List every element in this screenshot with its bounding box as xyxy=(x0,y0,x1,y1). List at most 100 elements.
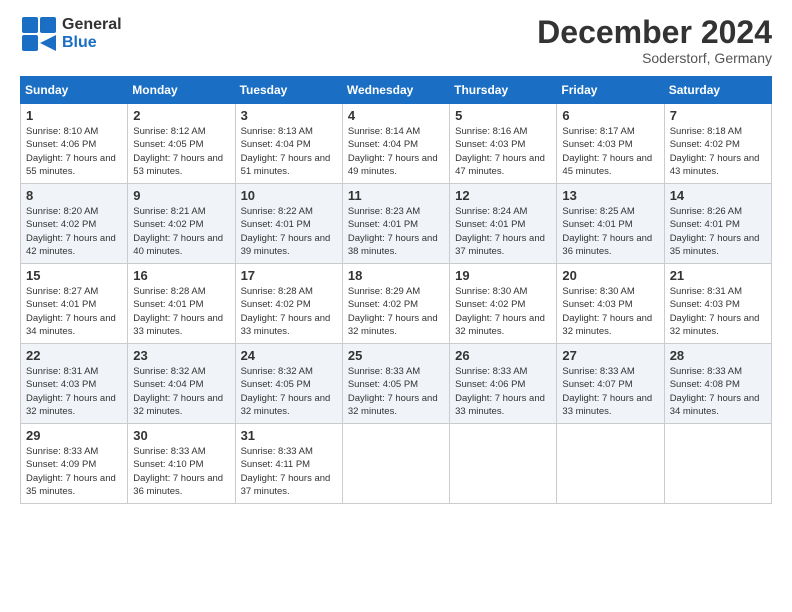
calendar-cell: 24 Sunrise: 8:32 AM Sunset: 4:05 PM Dayl… xyxy=(235,344,342,424)
sunrise-time: Sunrise: 8:32 AM xyxy=(241,366,313,377)
sunset-time: Sunset: 4:02 PM xyxy=(26,219,96,230)
calendar-week-5: 29 Sunrise: 8:33 AM Sunset: 4:09 PM Dayl… xyxy=(21,424,772,504)
sunset-time: Sunset: 4:01 PM xyxy=(348,219,418,230)
header-sunday: Sunday xyxy=(21,77,128,104)
sunset-time: Sunset: 4:02 PM xyxy=(241,299,311,310)
calendar-cell: 11 Sunrise: 8:23 AM Sunset: 4:01 PM Dayl… xyxy=(342,184,449,264)
header-saturday: Saturday xyxy=(664,77,771,104)
sunrise-time: Sunrise: 8:10 AM xyxy=(26,126,98,137)
calendar-cell: 22 Sunrise: 8:31 AM Sunset: 4:03 PM Dayl… xyxy=(21,344,128,424)
day-info: Sunrise: 8:32 AM Sunset: 4:05 PM Dayligh… xyxy=(241,365,337,418)
header-monday: Monday xyxy=(128,77,235,104)
daylight-hours: Daylight: 7 hours and 32 minutes. xyxy=(562,313,652,337)
daylight-hours: Daylight: 7 hours and 37 minutes. xyxy=(241,473,331,497)
day-number: 24 xyxy=(241,348,337,363)
logo-blue: Blue xyxy=(62,34,122,52)
day-number: 30 xyxy=(133,428,229,443)
day-info: Sunrise: 8:31 AM Sunset: 4:03 PM Dayligh… xyxy=(670,285,766,338)
day-number: 28 xyxy=(670,348,766,363)
sunrise-time: Sunrise: 8:24 AM xyxy=(455,206,527,217)
calendar-cell: 23 Sunrise: 8:32 AM Sunset: 4:04 PM Dayl… xyxy=(128,344,235,424)
sunrise-time: Sunrise: 8:20 AM xyxy=(26,206,98,217)
sunset-time: Sunset: 4:02 PM xyxy=(348,299,418,310)
day-info: Sunrise: 8:31 AM Sunset: 4:03 PM Dayligh… xyxy=(26,365,122,418)
daylight-hours: Daylight: 7 hours and 55 minutes. xyxy=(26,153,116,177)
day-number: 13 xyxy=(562,188,658,203)
sunset-time: Sunset: 4:01 PM xyxy=(455,219,525,230)
sunset-time: Sunset: 4:03 PM xyxy=(670,299,740,310)
daylight-hours: Daylight: 7 hours and 33 minutes. xyxy=(562,393,652,417)
sunrise-time: Sunrise: 8:33 AM xyxy=(562,366,634,377)
calendar-cell: 31 Sunrise: 8:33 AM Sunset: 4:11 PM Dayl… xyxy=(235,424,342,504)
day-number: 26 xyxy=(455,348,551,363)
day-number: 25 xyxy=(348,348,444,363)
header-thursday: Thursday xyxy=(450,77,557,104)
daylight-hours: Daylight: 7 hours and 34 minutes. xyxy=(670,393,760,417)
sunrise-time: Sunrise: 8:28 AM xyxy=(133,286,205,297)
title-section: December 2024 Soderstorf, Germany xyxy=(537,15,772,66)
sunset-time: Sunset: 4:06 PM xyxy=(26,139,96,150)
daylight-hours: Daylight: 7 hours and 38 minutes. xyxy=(348,233,438,257)
day-number: 23 xyxy=(133,348,229,363)
day-info: Sunrise: 8:27 AM Sunset: 4:01 PM Dayligh… xyxy=(26,285,122,338)
day-info: Sunrise: 8:29 AM Sunset: 4:02 PM Dayligh… xyxy=(348,285,444,338)
sunrise-time: Sunrise: 8:32 AM xyxy=(133,366,205,377)
sunset-time: Sunset: 4:11 PM xyxy=(241,459,311,470)
sunrise-time: Sunrise: 8:30 AM xyxy=(562,286,634,297)
day-info: Sunrise: 8:33 AM Sunset: 4:09 PM Dayligh… xyxy=(26,445,122,498)
day-number: 7 xyxy=(670,108,766,123)
day-number: 6 xyxy=(562,108,658,123)
sunrise-time: Sunrise: 8:22 AM xyxy=(241,206,313,217)
calendar-cell: 14 Sunrise: 8:26 AM Sunset: 4:01 PM Dayl… xyxy=(664,184,771,264)
day-number: 20 xyxy=(562,268,658,283)
day-number: 22 xyxy=(26,348,122,363)
day-number: 10 xyxy=(241,188,337,203)
calendar-cell: 26 Sunrise: 8:33 AM Sunset: 4:06 PM Dayl… xyxy=(450,344,557,424)
day-number: 29 xyxy=(26,428,122,443)
day-number: 27 xyxy=(562,348,658,363)
sunrise-time: Sunrise: 8:33 AM xyxy=(133,446,205,457)
day-info: Sunrise: 8:20 AM Sunset: 4:02 PM Dayligh… xyxy=(26,205,122,258)
calendar-cell: 10 Sunrise: 8:22 AM Sunset: 4:01 PM Dayl… xyxy=(235,184,342,264)
sunrise-time: Sunrise: 8:23 AM xyxy=(348,206,420,217)
sunset-time: Sunset: 4:02 PM xyxy=(670,139,740,150)
day-info: Sunrise: 8:33 AM Sunset: 4:06 PM Dayligh… xyxy=(455,365,551,418)
sunrise-time: Sunrise: 8:25 AM xyxy=(562,206,634,217)
daylight-hours: Daylight: 7 hours and 53 minutes. xyxy=(133,153,223,177)
sunrise-time: Sunrise: 8:30 AM xyxy=(455,286,527,297)
logo: General Blue xyxy=(20,15,122,53)
calendar-cell: 29 Sunrise: 8:33 AM Sunset: 4:09 PM Dayl… xyxy=(21,424,128,504)
sunset-time: Sunset: 4:04 PM xyxy=(348,139,418,150)
day-info: Sunrise: 8:33 AM Sunset: 4:11 PM Dayligh… xyxy=(241,445,337,498)
daylight-hours: Daylight: 7 hours and 32 minutes. xyxy=(348,313,438,337)
day-info: Sunrise: 8:32 AM Sunset: 4:04 PM Dayligh… xyxy=(133,365,229,418)
calendar-cell: 17 Sunrise: 8:28 AM Sunset: 4:02 PM Dayl… xyxy=(235,264,342,344)
calendar-cell: 20 Sunrise: 8:30 AM Sunset: 4:03 PM Dayl… xyxy=(557,264,664,344)
daylight-hours: Daylight: 7 hours and 33 minutes. xyxy=(241,313,331,337)
calendar-cell: 21 Sunrise: 8:31 AM Sunset: 4:03 PM Dayl… xyxy=(664,264,771,344)
daylight-hours: Daylight: 7 hours and 36 minutes. xyxy=(133,473,223,497)
sunrise-time: Sunrise: 8:12 AM xyxy=(133,126,205,137)
day-info: Sunrise: 8:26 AM Sunset: 4:01 PM Dayligh… xyxy=(670,205,766,258)
sunrise-time: Sunrise: 8:33 AM xyxy=(241,446,313,457)
logo-general: General xyxy=(62,16,122,34)
day-info: Sunrise: 8:33 AM Sunset: 4:07 PM Dayligh… xyxy=(562,365,658,418)
day-number: 14 xyxy=(670,188,766,203)
daylight-hours: Daylight: 7 hours and 39 minutes. xyxy=(241,233,331,257)
sunset-time: Sunset: 4:01 PM xyxy=(670,219,740,230)
daylight-hours: Daylight: 7 hours and 49 minutes. xyxy=(348,153,438,177)
calendar-cell: 5 Sunrise: 8:16 AM Sunset: 4:03 PM Dayli… xyxy=(450,104,557,184)
logo-icon xyxy=(20,15,58,53)
sunrise-time: Sunrise: 8:31 AM xyxy=(670,286,742,297)
day-number: 3 xyxy=(241,108,337,123)
sunrise-time: Sunrise: 8:31 AM xyxy=(26,366,98,377)
day-info: Sunrise: 8:23 AM Sunset: 4:01 PM Dayligh… xyxy=(348,205,444,258)
day-info: Sunrise: 8:33 AM Sunset: 4:08 PM Dayligh… xyxy=(670,365,766,418)
day-info: Sunrise: 8:13 AM Sunset: 4:04 PM Dayligh… xyxy=(241,125,337,178)
sunrise-time: Sunrise: 8:33 AM xyxy=(455,366,527,377)
sunrise-time: Sunrise: 8:13 AM xyxy=(241,126,313,137)
calendar-week-2: 8 Sunrise: 8:20 AM Sunset: 4:02 PM Dayli… xyxy=(21,184,772,264)
day-info: Sunrise: 8:25 AM Sunset: 4:01 PM Dayligh… xyxy=(562,205,658,258)
sunset-time: Sunset: 4:05 PM xyxy=(241,379,311,390)
calendar-cell: 2 Sunrise: 8:12 AM Sunset: 4:05 PM Dayli… xyxy=(128,104,235,184)
